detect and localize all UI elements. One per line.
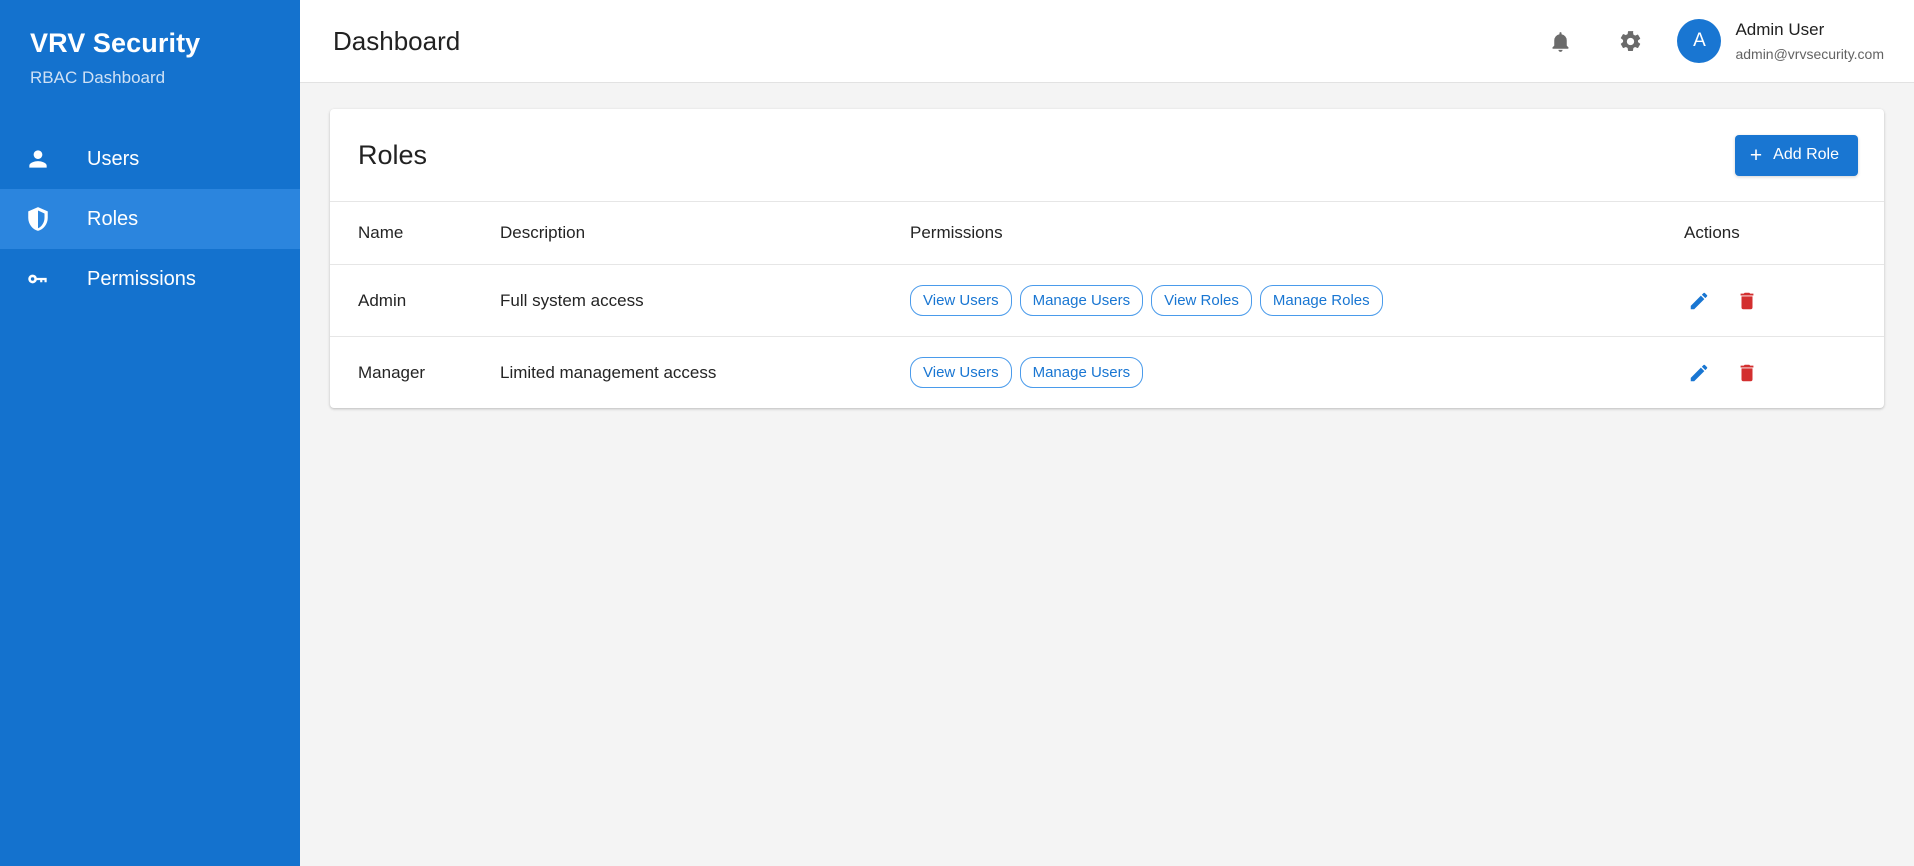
user-meta: Admin User admin@vrvsecurity.com [1735, 19, 1884, 64]
sidebar-item-label: Roles [87, 208, 139, 230]
sidebar-item-users[interactable]: Users [0, 129, 300, 189]
user-name: Admin User [1735, 19, 1825, 39]
gear-icon [1618, 29, 1643, 54]
column-header-permissions: Permissions [910, 202, 1684, 265]
edit-role-button[interactable] [1688, 290, 1710, 312]
user-email: admin@vrvsecurity.com [1735, 45, 1884, 62]
table-header-row: Name Description Permissions Actions [330, 202, 1884, 265]
settings-button[interactable] [1607, 18, 1653, 64]
cell-role-permissions: View Users Manage Users [910, 337, 1684, 409]
sidebar-nav: Users Roles Permissions [0, 129, 300, 309]
column-header-name: Name [330, 202, 500, 265]
sidebar: VRV Security RBAC Dashboard Users Roles [0, 0, 300, 866]
sidebar-item-label: Users [87, 148, 140, 170]
permission-chip[interactable]: View Users [910, 285, 1012, 316]
cell-role-description: Limited management access [500, 362, 717, 382]
add-role-button[interactable]: + Add Role [1734, 134, 1858, 176]
delete-role-button[interactable] [1736, 362, 1758, 384]
row-actions [1684, 290, 1856, 312]
avatar: A [1677, 19, 1722, 63]
roles-table: Name Description Permissions Actions Adm… [330, 202, 1884, 408]
cell-role-permissions: View Users Manage Users View Roles Manag… [910, 264, 1684, 337]
cell-role-actions [1684, 264, 1884, 337]
page-title: Dashboard [333, 26, 461, 56]
plus-icon: + [1749, 143, 1763, 167]
edit-icon [1688, 362, 1710, 384]
roles-table-body: Admin Full system access View Users Mana… [330, 264, 1884, 409]
top-header: Dashboard A Admin User admin@vrvsecurity… [300, 0, 1914, 83]
brand-title: VRV Security [30, 28, 201, 58]
roles-table-head: Name Description Permissions Actions [330, 202, 1884, 265]
main-area: Dashboard A Admin User admin@vrvsecurity… [300, 0, 1914, 866]
bell-icon [1548, 29, 1573, 54]
roles-card: Roles + Add Role Name Description Permis… [330, 109, 1884, 408]
add-role-label: Add Role [1773, 146, 1839, 163]
delete-icon [1736, 362, 1758, 384]
edit-icon [1688, 290, 1710, 312]
permission-chip[interactable]: Manage Roles [1259, 285, 1383, 316]
brand: VRV Security RBAC Dashboard [0, 26, 300, 89]
permission-chip-list: View Users Manage Users [910, 357, 1674, 388]
roles-card-header: Roles + Add Role [330, 109, 1884, 202]
key-icon [25, 266, 65, 292]
permission-chip[interactable]: Manage Users [1019, 357, 1144, 388]
cell-role-name: Admin [330, 264, 500, 337]
user-menu[interactable]: A Admin User admin@vrvsecurity.com [1677, 19, 1892, 64]
sidebar-item-label: Permissions [87, 268, 196, 290]
column-header-actions: Actions [1684, 202, 1884, 265]
edit-role-button[interactable] [1688, 362, 1710, 384]
permission-chip[interactable]: View Roles [1151, 285, 1252, 316]
sidebar-item-permissions[interactable]: Permissions [0, 249, 300, 309]
app-root: VRV Security RBAC Dashboard Users Roles [0, 0, 1914, 866]
shield-icon [25, 206, 65, 232]
person-icon [25, 146, 65, 172]
cell-role-description: Full system access [500, 264, 910, 337]
table-row: Admin Full system access View Users Mana… [330, 264, 1884, 337]
notifications-button[interactable] [1537, 18, 1583, 64]
table-row: Manager Limited management access View U… [330, 337, 1884, 409]
cell-role-actions [1684, 337, 1884, 409]
row-actions [1684, 362, 1856, 384]
delete-icon [1736, 290, 1758, 312]
permission-chip[interactable]: View Users [910, 357, 1012, 388]
sidebar-item-roles[interactable]: Roles [0, 189, 300, 249]
delete-role-button[interactable] [1736, 290, 1758, 312]
column-header-description: Description [500, 202, 910, 265]
cell-role-name: Manager [358, 362, 426, 382]
brand-subtitle: RBAC Dashboard [30, 68, 166, 87]
permission-chip[interactable]: Manage Users [1019, 285, 1144, 316]
content-area: Roles + Add Role Name Description Permis… [300, 83, 1914, 866]
roles-card-title: Roles [358, 140, 428, 170]
permission-chip-list: View Users Manage Users View Roles Manag… [910, 285, 1674, 316]
